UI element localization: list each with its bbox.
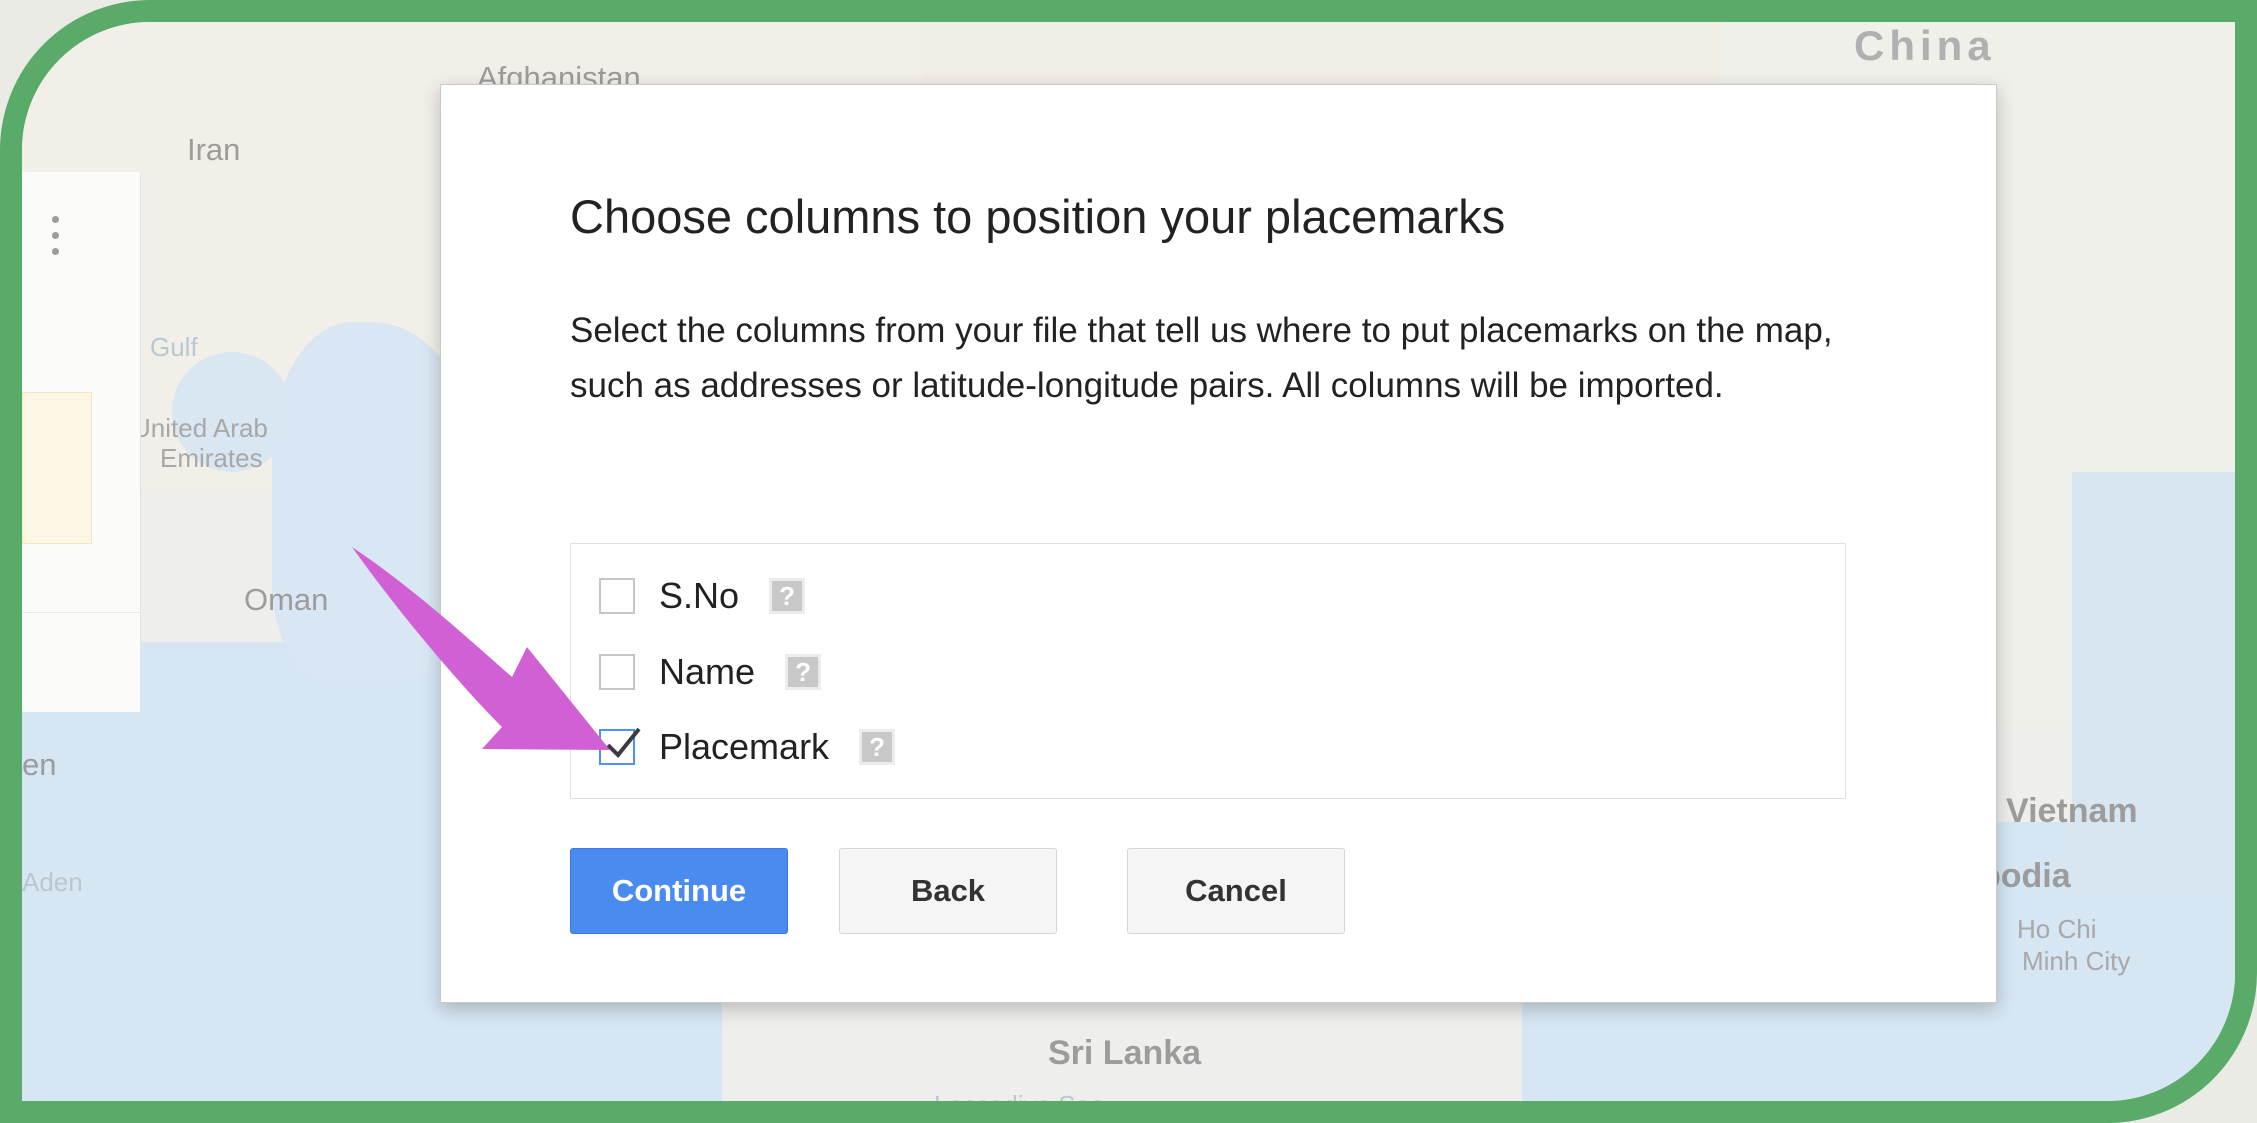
map-label-laccadive-sea: Laccadive Sea [934,1090,1105,1101]
dialog-description: Select the columns from your file that t… [570,311,1833,405]
cancel-button[interactable]: Cancel [1127,848,1345,934]
import-columns-dialog: Choose columns to position your placemar… [440,84,1997,1003]
side-panel [22,172,141,712]
option-placemark[interactable]: Placemark ? [599,723,896,771]
map-label-sri-lanka: Sri Lanka [1048,1034,1202,1072]
name-label: Name [659,651,756,692]
annotation-arrow-icon [352,547,610,750]
map-label-china: China [1854,22,1996,69]
option-name[interactable]: Name ? [599,648,822,696]
more-options-icon[interactable] [52,216,60,264]
map-label-oman: Oman [244,582,329,617]
map-label-vietnam: Vietnam [2006,792,2138,830]
side-panel-card [22,392,92,544]
back-button[interactable]: Back [839,848,1057,934]
column-options-list: S.No ? Name ? Placemark ? [570,543,1846,799]
map-label-hcmc-line2: Minh City [2022,946,2131,976]
map-label-yemen: en [22,747,57,782]
map-label-uae-line1: United Arab [132,413,268,443]
placemark-label: Placemark [659,726,830,767]
map-label-aden: Aden [22,867,83,897]
screenshot-frame: Afghanistan Iran China Gulf United Arab … [0,0,2257,1123]
map-label-gulf: Gulf [150,332,198,362]
help-icon[interactable]: ? [769,578,806,614]
map-label-hcmc-line1: Ho Chi [2017,914,2097,944]
help-icon[interactable]: ? [859,729,896,765]
map-label-iran: Iran [187,132,241,167]
continue-button[interactable]: Continue [570,848,788,934]
dialog-title: Choose columns to position your placemar… [570,190,1506,243]
sno-label: S.No [659,575,740,616]
help-icon[interactable]: ? [785,654,822,690]
help-icon-glyph: ? [795,656,811,687]
side-panel-divider [22,612,140,613]
map-label-uae-line2: Emirates [160,443,263,473]
help-icon-glyph: ? [779,580,795,611]
help-icon-glyph: ? [869,731,885,762]
